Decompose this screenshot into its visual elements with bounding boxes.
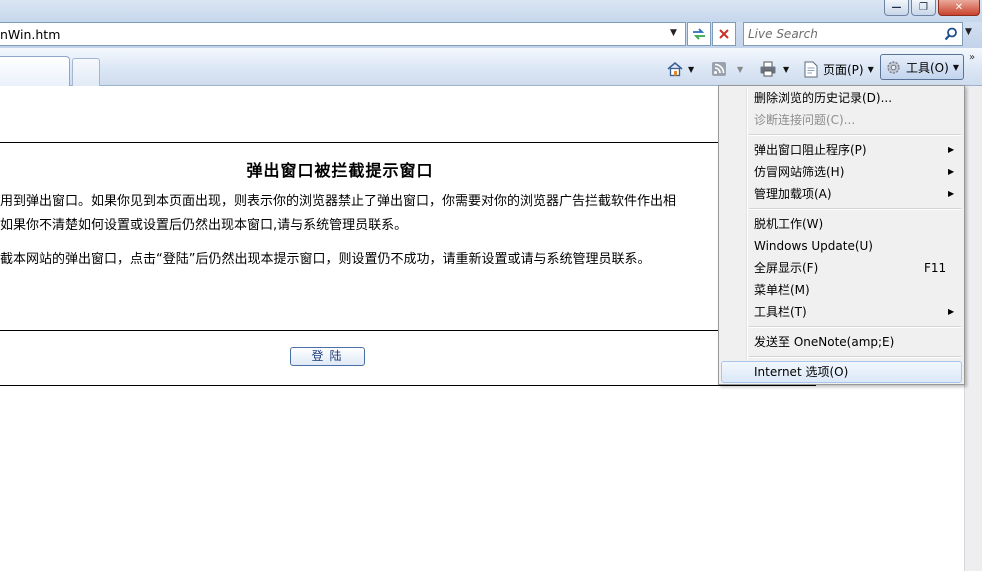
menu-item-label: 脱机工作(W) [754, 217, 824, 231]
menu-item-toolbars[interactable]: 工具栏(T) ▶ [721, 301, 962, 323]
menu-item-manage-addons[interactable]: 管理加载项(A) ▶ [721, 183, 962, 205]
menu-item-diagnose-connection: 诊断连接问题(C)... [721, 109, 962, 131]
home-dropdown-icon[interactable]: ▼ [688, 65, 694, 74]
menu-item-full-screen[interactable]: 全屏显示(F) F11 [721, 257, 962, 279]
address-url: nWin.htm [0, 27, 61, 42]
menu-item-shortcut: F11 [924, 261, 947, 275]
maximize-button[interactable]: ❐ [911, 0, 936, 16]
menu-item-popup-blocker[interactable]: 弹出窗口阻止程序(P) ▶ [721, 139, 962, 161]
menu-item-label: 工具栏(T) [754, 305, 807, 319]
tools-menu-button[interactable]: 工具(O) ▼ [880, 54, 964, 80]
menu-item-phishing-filter[interactable]: 仿冒网站筛选(H) ▶ [721, 161, 962, 183]
page-menu-label: 页面(P) [823, 62, 864, 77]
command-bar: ▼ ▼ ▼ 页面(P) ▼ 工具(O) ▼ » [0, 48, 982, 86]
menu-item-label: 发送至 OneNote(amp;E) [754, 335, 895, 349]
search-button[interactable] [944, 27, 958, 44]
login-button[interactable]: 登陆 [290, 347, 365, 366]
print-dropdown-icon[interactable]: ▼ [783, 65, 789, 74]
tools-dropdown-icon: ▼ [952, 62, 959, 72]
menu-item-label: Internet 选项(O) [754, 365, 849, 379]
home-button[interactable]: ▼ [666, 58, 694, 80]
menu-item-delete-history[interactable]: 删除浏览的历史记录(D)... [721, 87, 962, 109]
address-row: nWin.htm ▼ [0, 22, 982, 48]
address-bar[interactable]: nWin.htm ▼ [0, 22, 686, 46]
menu-item-label: 诊断连接问题(C)... [754, 113, 856, 127]
menu-item-label: 菜单栏(M) [754, 283, 810, 297]
minimize-button[interactable]: — [884, 0, 909, 16]
menu-separator [749, 356, 961, 358]
content-line-2: 如果你不清楚如何设置或设置后仍然出现本窗口,请与系统管理员联系。 [0, 218, 408, 233]
menu-item-send-to-onenote[interactable]: 发送至 OneNote(amp;E) [721, 331, 962, 353]
submenu-arrow-icon: ▶ [948, 307, 955, 316]
menu-item-internet-options[interactable]: Internet 选项(O) [721, 361, 962, 383]
close-button[interactable]: ✕ [938, 0, 980, 16]
tools-menu-label: 工具(O) [906, 60, 949, 75]
close-icon: ✕ [954, 1, 964, 13]
search-box[interactable] [743, 22, 963, 46]
magnifier-icon [944, 27, 957, 41]
page-dropdown-icon: ▼ [867, 64, 874, 74]
vertical-scrollbar[interactable] [964, 86, 982, 571]
menu-item-label: 弹出窗口阻止程序(P) [754, 143, 867, 157]
refresh-icon [693, 28, 705, 40]
browser-tab[interactable] [0, 56, 70, 86]
title-bar: — ❐ ✕ [0, 0, 982, 22]
menu-item-label: 全屏显示(F) [754, 261, 819, 275]
feeds-button[interactable]: ▼ [711, 58, 743, 80]
page-icon [804, 61, 818, 77]
menu-item-menu-bar[interactable]: 菜单栏(M) [721, 279, 962, 301]
gear-icon [887, 60, 900, 74]
rss-icon [712, 62, 726, 76]
new-tab-button[interactable] [72, 58, 100, 86]
menu-separator [749, 326, 961, 328]
restore-icon: ❐ [919, 1, 928, 13]
tools-menu: 删除浏览的历史记录(D)... 诊断连接问题(C)... 弹出窗口阻止程序(P)… [718, 85, 965, 385]
search-input[interactable] [748, 25, 933, 43]
stop-button[interactable] [712, 22, 736, 46]
menu-item-label: 删除浏览的历史记录(D)... [754, 91, 893, 105]
submenu-arrow-icon: ▶ [948, 145, 955, 154]
search-options-dropdown-icon[interactable]: ▼ [965, 27, 972, 37]
page-heading: 弹出窗口被拦截提示窗口 [246, 161, 434, 180]
divider-top [0, 142, 720, 143]
menu-item-work-offline[interactable]: 脱机工作(W) [721, 213, 962, 235]
divider-bottom [0, 385, 816, 386]
address-dropdown-icon[interactable]: ▼ [670, 28, 677, 38]
minimize-icon: — [891, 1, 902, 13]
content-line-3: 截本网站的弹出窗口，点击“登陆”后仍然出现本提示窗口，则设置仍不成功，请重新设置… [0, 252, 651, 267]
submenu-arrow-icon: ▶ [948, 167, 955, 176]
printer-icon [760, 61, 776, 77]
window-controls: — ❐ ✕ [884, 0, 980, 16]
submenu-arrow-icon: ▶ [948, 189, 955, 198]
menu-separator [749, 208, 961, 210]
refresh-button[interactable] [687, 22, 711, 46]
menu-item-label: 仿冒网站筛选(H) [754, 165, 845, 179]
menu-separator [749, 134, 961, 136]
menu-item-label: Windows Update(U) [754, 239, 873, 253]
menu-item-label: 管理加载项(A) [754, 187, 832, 201]
content-line-1: 用到弹出窗口。如果你见到本页面出现，则表示你的浏览器禁止了弹出窗口，你需要对你的… [0, 194, 677, 209]
print-button[interactable]: ▼ [759, 58, 789, 80]
feeds-dropdown-icon[interactable]: ▼ [737, 65, 743, 74]
chevron-more-icon[interactable]: » [969, 52, 975, 63]
menu-item-windows-update[interactable]: Windows Update(U) [721, 235, 962, 257]
home-icon [667, 61, 683, 77]
page-menu-button[interactable]: 页面(P) ▼ [803, 58, 874, 80]
stop-icon [719, 29, 729, 39]
divider-middle [0, 330, 720, 331]
